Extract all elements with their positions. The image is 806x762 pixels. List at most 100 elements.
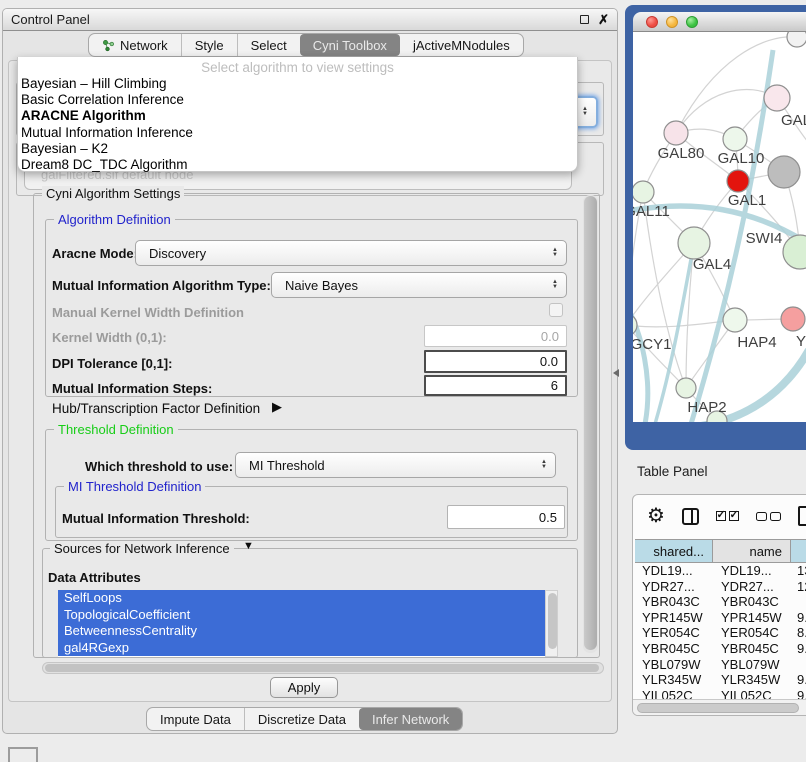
attribute-item-selected[interactable]: BetweennessCentrality [58, 623, 545, 640]
cyni-bottom-tabs: Impute Data Discretize Data Infer Networ… [146, 707, 463, 731]
settings-group-title: Cyni Algorithm Settings [42, 186, 184, 201]
kernel-width-field[interactable]: 0.0 [424, 325, 567, 347]
node-gal4[interactable] [678, 227, 710, 259]
table-row[interactable]: YPR145W YPR145W 9. [635, 610, 806, 626]
hub-expand-icon[interactable]: ▶ [272, 399, 282, 415]
mi-threshold-label: Mutual Information Threshold: [62, 511, 250, 526]
dropdown-list: Bayesian – Hill Climbing Basic Correlati… [18, 76, 577, 173]
node-label: HAP2 [687, 399, 726, 416]
control-panel-titlebar: Control Panel ✗ [3, 9, 617, 31]
mi-steps-value: 6 [551, 378, 558, 393]
gear-icon[interactable]: ⚙ [647, 506, 665, 526]
node-gal10[interactable] [723, 127, 747, 151]
mi-steps-field[interactable]: 6 [424, 375, 567, 396]
dropdown-item[interactable]: Mutual Information Inference [18, 125, 577, 141]
table-body: YDL19... YDL19... 13 YDR27... YDR27... 1… [635, 563, 806, 701]
tab-discretize-data[interactable]: Discretize Data [244, 708, 359, 730]
panel-collapse-handle-icon[interactable] [613, 369, 619, 377]
manual-kernel-label: Manual Kernel Width Definition [52, 305, 244, 320]
table-panel: ⚙ shared... name YDL19... YDL19... 13 YD… [632, 494, 806, 716]
close-panel-icon[interactable]: ✗ [598, 15, 609, 25]
node-swi4[interactable] [783, 235, 806, 269]
node-salmon[interactable] [781, 307, 805, 331]
select-all-checkboxes-icon[interactable] [716, 511, 739, 521]
attributes-scrollbar[interactable] [545, 590, 558, 657]
network-view[interactable]: GAL GAL80 GAL10 GAL1 GAL11 SWI4 GAL4 HAP… [633, 32, 806, 422]
node-gal-partial[interactable] [764, 85, 790, 111]
table-hscrollbar-thumb[interactable] [637, 703, 799, 713]
control-panel-title: Control Panel [11, 12, 90, 27]
which-threshold-value: MI Threshold [249, 458, 325, 473]
manual-kernel-checkbox[interactable] [549, 303, 563, 317]
node-unlabeled-top[interactable] [787, 32, 806, 47]
table-row[interactable]: YLR345W YLR345W 9. [635, 672, 806, 688]
table-header-row: shared... name [635, 539, 806, 563]
column-header-name[interactable]: name [713, 540, 791, 562]
dropdown-item[interactable]: Basic Correlation Inference [18, 92, 577, 108]
node-gal11[interactable] [633, 181, 654, 203]
dropdown-item[interactable]: Dream8 DC_TDC Algorithm [18, 157, 577, 173]
algorithm-dropdown-popup: Select algorithm to view settings Bayesi… [17, 57, 578, 172]
node-label: GAL4 [693, 256, 731, 273]
aracne-mode-combo[interactable]: Discovery ▲▼ [135, 240, 567, 266]
settings-hscrollbar-thumb[interactable] [45, 664, 599, 672]
attribute-item-selected[interactable]: gal4RGexp [58, 640, 545, 657]
minimize-window-icon[interactable] [666, 16, 678, 28]
mi-type-combo[interactable]: Naive Bayes ▲▼ [271, 272, 567, 298]
tab-style[interactable]: Style [181, 34, 237, 56]
data-attributes-list: SelfLoops TopologicalCoefficient Between… [58, 590, 545, 657]
node-gal1[interactable] [727, 170, 749, 192]
table-row[interactable]: YDL19... YDL19... 13 [635, 563, 806, 579]
table-row[interactable]: YER054C YER054C 8. [635, 625, 806, 641]
float-panel-icon[interactable] [580, 15, 589, 24]
tab-label: Network [120, 38, 168, 53]
table-row[interactable]: YBR043C YBR043C [635, 594, 806, 610]
settings-scrollbar-thumb[interactable] [584, 196, 597, 650]
dropdown-item[interactable]: Bayesian – Hill Climbing [18, 76, 577, 92]
settings-hscrollbar[interactable] [42, 662, 604, 674]
node-hap4[interactable] [723, 308, 747, 332]
table-row[interactable]: YBL079W YBL079W [635, 657, 806, 673]
close-window-icon[interactable] [646, 16, 658, 28]
mi-type-value: Naive Bayes [285, 278, 358, 293]
dropdown-item[interactable]: Bayesian – K2 [18, 141, 577, 157]
columns-icon[interactable] [682, 508, 699, 525]
column-header-partial[interactable] [791, 540, 806, 562]
node-hap2[interactable] [676, 378, 696, 398]
sources-group-title[interactable]: Sources for Network Inference [50, 541, 234, 556]
attribute-item-selected[interactable]: SelfLoops [58, 590, 545, 607]
minimized-panel-icon[interactable] [8, 747, 38, 762]
attribute-item-selected[interactable]: TopologicalCoefficient [58, 607, 545, 624]
column-header-shared-name[interactable]: shared... [635, 540, 713, 562]
network-window-titlebar[interactable] [633, 12, 806, 32]
apply-button-label: Apply [288, 680, 321, 695]
combo-arrows-icon: ▲▼ [546, 248, 558, 258]
mi-threshold-field[interactable]: 0.5 [447, 505, 565, 529]
which-threshold-combo[interactable]: MI Threshold ▲▼ [235, 452, 556, 478]
sources-collapse-icon[interactable]: ▼ [243, 540, 254, 552]
table-hscrollbar[interactable] [633, 699, 806, 715]
tab-infer-network[interactable]: Infer Network [359, 708, 462, 730]
table-row[interactable]: YBR045C YBR045C 9. [635, 641, 806, 657]
dropdown-item[interactable]: ARACNE Algorithm [18, 108, 577, 124]
deselect-all-checkboxes-icon[interactable] [756, 512, 781, 521]
dpi-tolerance-field[interactable]: 0.0 [424, 350, 567, 373]
attributes-scrollbar-thumb[interactable] [548, 593, 557, 649]
tab-cyni-toolbox[interactable]: Cyni Toolbox [300, 34, 400, 56]
node-gal80[interactable] [664, 121, 688, 145]
mi-threshold-value: 0.5 [539, 510, 557, 525]
tab-impute-data[interactable]: Impute Data [147, 708, 244, 730]
dpi-tolerance-value: 0.0 [540, 354, 558, 369]
table-row[interactable]: YDR27... YDR27... 12 [635, 579, 806, 595]
zoom-window-icon[interactable] [686, 16, 698, 28]
hub-section-label[interactable]: Hub/Transcription Factor Definition [52, 401, 260, 416]
table-toolbar: ⚙ [633, 495, 806, 537]
tab-select[interactable]: Select [237, 34, 300, 56]
apply-button[interactable]: Apply [270, 677, 338, 698]
aracne-mode-label: Aracne Mode: [52, 246, 138, 261]
tab-network[interactable]: Network [89, 34, 181, 56]
new-table-icon[interactable] [798, 506, 806, 526]
settings-scrollbar[interactable] [583, 195, 598, 653]
node-gray[interactable] [768, 156, 800, 188]
tab-jactivemnodules[interactable]: jActiveMNodules [400, 34, 523, 56]
